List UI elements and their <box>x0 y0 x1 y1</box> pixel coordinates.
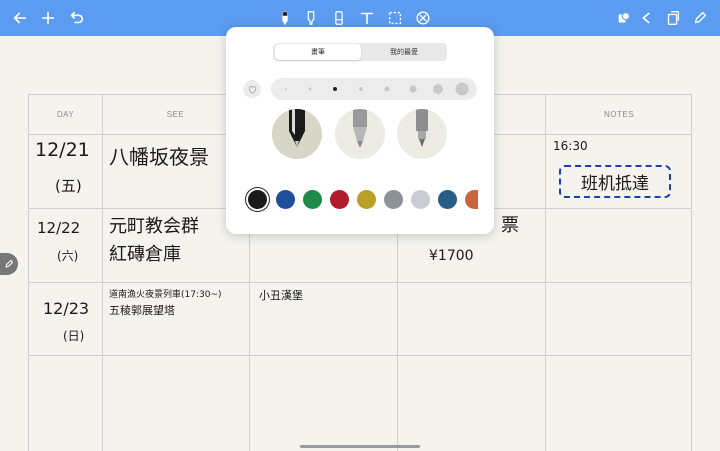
row2-see-line1: 元町教会群 <box>109 216 199 237</box>
size-option-6[interactable] <box>409 85 417 93</box>
header-notes: NOTES <box>603 110 635 119</box>
row2-day: 12/22 <box>37 219 81 237</box>
shape-tool-icon[interactable] <box>413 8 433 28</box>
brush-pen-icon <box>416 109 428 147</box>
fountain-pen-option[interactable] <box>335 109 385 159</box>
color-swatch-steel-blue[interactable] <box>438 190 457 209</box>
row1-day: 12/21 <box>35 139 90 161</box>
color-swatch-black[interactable] <box>248 190 267 209</box>
row3-weekday: (日) <box>63 329 85 343</box>
color-swatch-red[interactable] <box>330 190 349 209</box>
undo-icon[interactable] <box>66 8 86 28</box>
text-tool-icon[interactable] <box>357 8 377 28</box>
row1-notes-box: 班机抵達 <box>559 165 671 198</box>
share-icon[interactable] <box>636 8 656 28</box>
row1-see: 八幡坂夜景 <box>109 145 209 169</box>
tab-favorites[interactable]: 我的最愛 <box>361 44 447 60</box>
highlighter-tool-icon[interactable] <box>301 8 321 28</box>
row1-notes-time: 16:30 <box>553 139 588 153</box>
size-option-2[interactable] <box>308 87 312 91</box>
pen-tool-icon[interactable] <box>275 8 295 28</box>
color-swatch-gray[interactable] <box>384 190 403 209</box>
brush-pen-option[interactable] <box>397 109 447 159</box>
tab-pen[interactable]: 畫筆 <box>275 44 361 60</box>
heart-icon[interactable] <box>243 80 261 98</box>
shapes-icon[interactable] <box>614 8 634 28</box>
row2-see-line2: 紅磚倉庫 <box>109 244 181 265</box>
size-option-7[interactable] <box>433 84 443 94</box>
ballpoint-pen-option[interactable] <box>272 109 322 159</box>
color-swatch-light-gray[interactable] <box>411 190 430 209</box>
row3-see-line1: 道南漁火夜景列車(17:30~) <box>109 290 222 300</box>
row3-eat: 小丑漢堡 <box>259 289 303 302</box>
plus-icon[interactable] <box>38 8 58 28</box>
size-option-4[interactable] <box>359 87 363 91</box>
fountain-pen-icon <box>353 109 367 148</box>
stroke-size-selector <box>271 78 477 100</box>
color-swatch-orange[interactable] <box>465 190 478 209</box>
color-swatch-green[interactable] <box>303 190 322 209</box>
edit-icon[interactable] <box>690 8 710 28</box>
lasso-tool-icon[interactable] <box>385 8 405 28</box>
row3-day: 12/23 <box>43 299 90 318</box>
header-day: DAY <box>56 110 75 119</box>
row2-weekday: (六) <box>57 249 79 263</box>
row2-extra-fragment: 票 <box>501 215 519 236</box>
size-option-5[interactable] <box>384 86 390 92</box>
home-indicator <box>300 445 420 448</box>
size-option-1[interactable] <box>285 88 287 90</box>
pen-settings-popup: 畫筆 我的最愛 <box>226 27 494 234</box>
color-swatch-blue[interactable] <box>276 190 295 209</box>
pencil-icon <box>5 259 14 268</box>
ballpoint-pen-icon <box>289 109 305 147</box>
eraser-tool-icon[interactable] <box>329 8 349 28</box>
color-swatch-gold[interactable] <box>357 190 376 209</box>
pages-icon[interactable] <box>663 8 683 28</box>
size-option-3-selected[interactable] <box>333 87 337 91</box>
back-arrow-icon[interactable] <box>10 8 30 28</box>
row2-price: ¥1700 <box>429 248 474 264</box>
row1-weekday: (五) <box>55 177 82 195</box>
pen-tab-switch: 畫筆 我的最愛 <box>273 43 447 61</box>
size-option-8[interactable] <box>455 82 469 96</box>
row3-see-line2: 五稜郭展望塔 <box>109 304 175 317</box>
